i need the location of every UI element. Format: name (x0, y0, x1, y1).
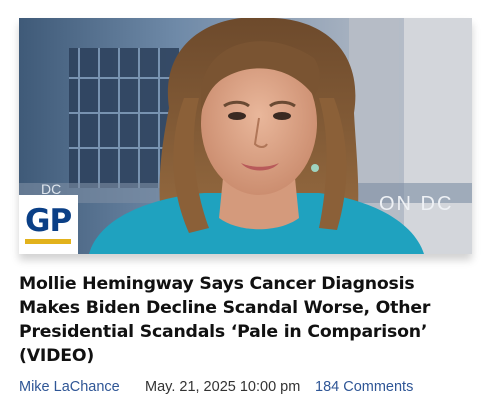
comments-link[interactable]: 184 Comments (315, 377, 413, 397)
logo-text: GP (25, 203, 72, 239)
article-image[interactable]: ON DC DC (19, 18, 472, 254)
article-meta: Mike LaChance May. 21, 2025 10:00 pm 184… (19, 377, 479, 397)
author-link[interactable]: Mike LaChance (19, 377, 120, 397)
article-card: ON DC DC GP Mollie Hemingway Says Cancer… (0, 0, 488, 410)
site-logo[interactable]: GP (19, 195, 78, 254)
background-caption: ON DC (379, 193, 453, 215)
logo-underline (25, 239, 71, 244)
publish-date: May. 21, 2025 10:00 pm (145, 379, 301, 395)
article-headline[interactable]: Mollie Hemingway Says Cancer Diagnosis M… (19, 272, 471, 368)
